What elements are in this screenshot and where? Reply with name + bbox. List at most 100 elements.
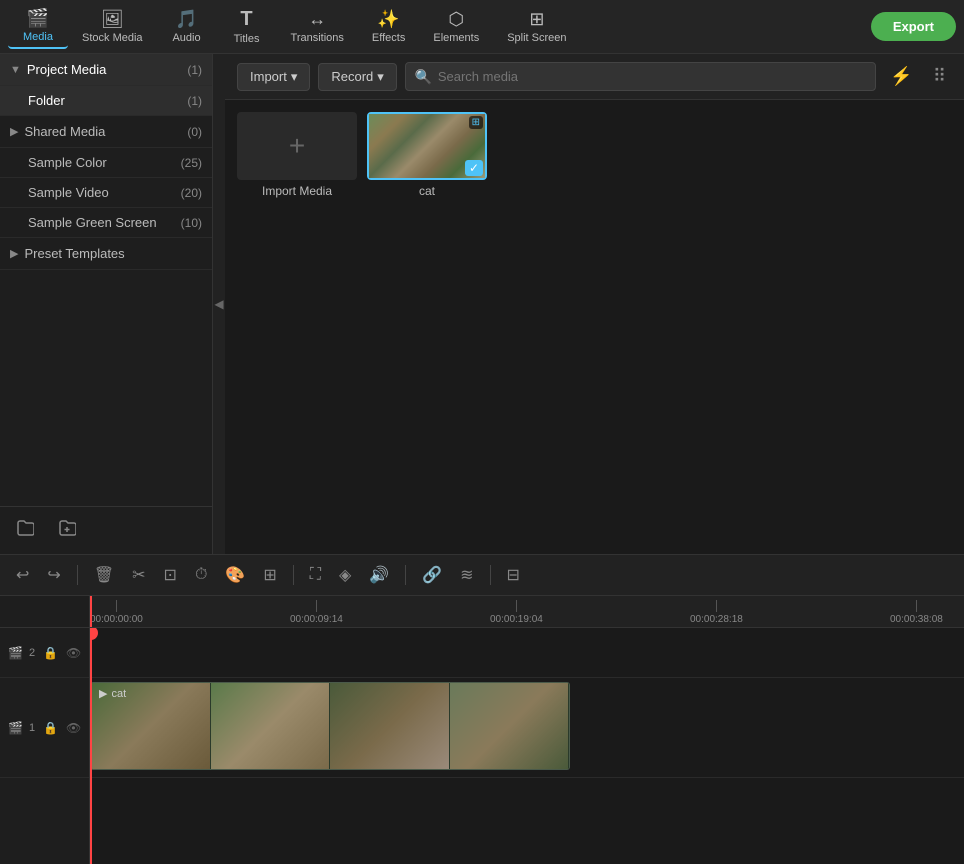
toolbar-titles[interactable]: T Titles [217,4,277,49]
timeline-section: ↩ ↪ 🗑 ✂ ⊡ ⏱ 🎨 ⊞ ⛶ ◈ 🔊 🔗 ≋ ⊟ 🎬 2 🔒 👁 [0,554,964,864]
sidebar-item-sample-green-screen[interactable]: Sample Green Screen (10) [0,208,212,238]
track-2-lock[interactable]: 🔒 [41,644,60,662]
chevron-right-icon: ▶ [10,125,18,138]
cat-label: cat [419,184,435,198]
effects-icon: ✨ [377,9,399,30]
audio-label: Audio [172,32,200,44]
clip-frames [91,683,569,769]
audio-icon: 🎵 [175,9,197,30]
search-input[interactable] [405,62,877,91]
ruler-label-1: 00:00:09:14 [290,614,343,625]
toolbar-effects[interactable]: ✨ Effects [358,5,419,48]
media-label: Media [23,31,53,43]
track-1-lock[interactable]: 🔒 [41,719,60,737]
sample-green-screen-label: Sample Green Screen [28,215,181,230]
shared-media-count: (0) [187,125,202,139]
sidebar: ▼ Project Media (1) Folder (1) ▶ Shared … [0,54,213,554]
toolbar-divider-2 [293,565,294,585]
track-1-controls: 🔒 👁 [41,719,83,737]
timeline-tracks: ▶ cat [90,628,964,864]
marker-button[interactable]: ◈ [333,561,357,589]
sidebar-item-shared-media[interactable]: ▶ Shared Media (0) [0,116,212,148]
record-button[interactable]: Record ▾ [318,63,396,91]
color-button[interactable]: 🎨 [219,561,251,589]
track-1-label: 🎬 1 🔒 👁 [0,678,89,778]
elements-icon: ⬡ [448,9,464,30]
track-1-visibility[interactable]: 👁 [64,719,83,737]
export-button[interactable]: Export [871,12,956,41]
toolbar-media[interactable]: 🎬 Media [8,4,68,49]
cat-clip[interactable]: ▶ cat [90,682,570,770]
playhead[interactable] [90,628,92,864]
sample-color-count: (25) [181,156,202,170]
chevron-down-icon: ▼ [10,64,21,76]
connect-track-button[interactable]: ⊟ [501,561,526,589]
cut-button[interactable]: ✂ [126,561,151,589]
ruler-line-3 [716,600,717,612]
track-2-label: 🎬 2 🔒 👁 [0,628,89,678]
project-media-label: Project Media [27,62,187,77]
video-icon-2: 🎬 [8,646,23,660]
record-chevron-icon: ▾ [377,69,384,85]
content-toolbar: Import ▾ Record ▾ 🔍 ⚡ ⠿ [225,54,964,100]
filter-button[interactable]: ⚡ [884,62,918,91]
media-icon: 🎬 [27,8,49,29]
folder-label: Folder [28,93,187,108]
clip-frame-4 [450,683,570,769]
titles-icon: T [240,8,252,31]
track-row-1[interactable]: ▶ cat [90,678,964,778]
collapse-handle[interactable]: ◀ [213,54,225,554]
sidebar-item-preset-templates[interactable]: ▶ Preset Templates [0,238,212,270]
toolbar-divider-4 [490,565,491,585]
effects-label: Effects [372,32,405,44]
import-media-item[interactable]: + Import Media [237,112,357,198]
link-button[interactable]: 🔗 [416,561,448,589]
import-label: Import [250,69,287,84]
fullscreen-button[interactable]: ⛶ [304,562,327,588]
timeline-left: 🎬 2 🔒 👁 🎬 1 🔒 👁 [0,596,90,864]
clip-name: cat [111,688,126,700]
add-folder-button[interactable] [8,515,42,546]
main-area: ▼ Project Media (1) Folder (1) ▶ Shared … [0,54,964,554]
track-2-visibility[interactable]: 👁 [64,644,83,662]
record-label: Record [331,69,373,84]
cat-thumb: ⊞ ✓ [367,112,487,180]
toolbar-stock-media[interactable]: 🖼 Stock Media [68,5,157,48]
redo-button[interactable]: ↪ [41,561,66,589]
audio-clip-button[interactable]: ≋ [454,561,479,589]
search-container: 🔍 [405,62,877,91]
project-media-count: (1) [187,63,202,77]
timeline-area: 🎬 2 🔒 👁 🎬 1 🔒 👁 [0,596,964,864]
clip-frame-2 [211,683,331,769]
undo-button[interactable]: ↩ [10,561,35,589]
ruler-label-2: 00:00:19:04 [490,614,543,625]
stabilize-button[interactable]: ⊞ [257,561,282,589]
sidebar-item-project-media[interactable]: ▼ Project Media (1) [0,54,212,86]
new-folder-button[interactable] [50,515,84,546]
import-button[interactable]: Import ▾ [237,63,310,91]
toolbar-audio[interactable]: 🎵 Audio [157,5,217,48]
toolbar-elements[interactable]: ⬡ Elements [419,5,493,48]
track-row-2[interactable] [90,628,964,678]
crop-button[interactable]: ⊡ [158,561,183,589]
play-icon: ▶ [99,687,107,700]
split-screen-label: Split Screen [507,32,566,44]
sample-green-screen-count: (10) [181,216,202,230]
toolbar-split-screen[interactable]: ⊞ Split Screen [493,5,580,48]
toolbar-divider-3 [405,565,406,585]
cat-clip-label: ▶ cat [99,687,126,700]
toolbar-transitions[interactable]: ↔ Transitions [277,5,358,48]
import-media-label: Import Media [262,184,332,198]
grid-view-button[interactable]: ⠿ [927,62,952,91]
folder-count: (1) [187,94,202,108]
timeline-toolbar: ↩ ↪ 🗑 ✂ ⊡ ⏱ 🎨 ⊞ ⛶ ◈ 🔊 🔗 ≋ ⊟ [0,555,964,596]
toolbar-divider-1 [77,565,78,585]
sidebar-item-sample-color[interactable]: Sample Color (25) [0,148,212,178]
speed-button[interactable]: ⏱ [189,562,213,588]
timeline-right: 00:00:00:00 00:00:09:14 00:00:19:04 00:0… [90,596,964,864]
sidebar-item-sample-video[interactable]: Sample Video (20) [0,178,212,208]
sidebar-item-folder[interactable]: Folder (1) [0,86,212,116]
cat-media-item[interactable]: ⊞ ✓ cat [367,112,487,198]
audio-btn[interactable]: 🔊 [363,561,395,589]
delete-button[interactable]: 🗑 [88,561,120,589]
